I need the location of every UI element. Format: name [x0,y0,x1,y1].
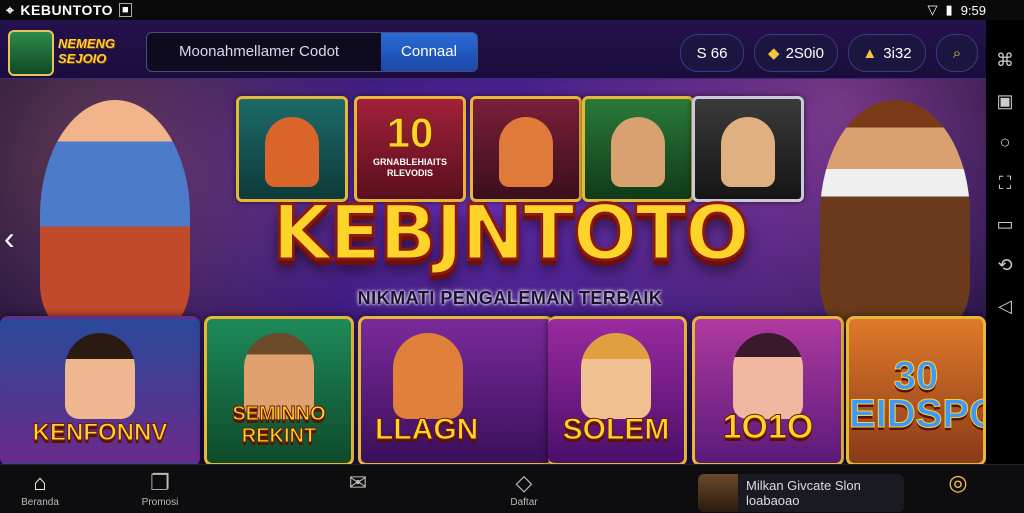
game-card-label: SEMINNO REKINT [232,403,326,448]
gems-pill[interactable]: ▲ 3i32 [848,34,926,72]
game-card-label: LLAGN [375,413,479,447]
promo-line-1: Milkan Givcate Slon [746,478,861,493]
top-bar: NEMENG SEJOIO Moonahmellamer Codot Conna… [0,20,986,79]
game-lobby: NEMENG SEJOIO Moonahmellamer Codot Conna… [0,20,986,464]
game-card-3[interactable]: LLAGN [358,316,554,464]
game-card-4[interactable]: SOLEM [548,316,687,464]
status-right: ▽ ▮ 9:59 [928,2,986,18]
game-thumb-4[interactable] [582,96,694,202]
game-card-art [65,333,135,419]
expand-icon[interactable]: ⛶ [999,173,1012,194]
game-thumb-art [265,117,319,187]
battery-icon: ▮ [945,2,953,17]
hero-right [820,100,970,330]
right-system-bar: ⌘ ▣ ○ ⛶ ▭ ⟲ ◁ [986,20,1024,464]
banner-title: KEBJNTOTO [271,187,752,279]
search-bar[interactable]: Moonahmellamer Codot Connaal [146,32,478,72]
nav-promo-label: Promosi [141,497,179,508]
game-card-art [392,333,463,419]
brand-logo: NEMENG SEJOIO [58,36,115,66]
chat-icon[interactable]: ○ [1000,132,1011,153]
avatar[interactable] [8,30,54,76]
app-title: KEBUNTOTO [20,2,114,18]
game-card-6[interactable]: 30 EIDSPONJ [846,316,986,464]
promo-text: Milkan Givcate Slon loabaoao [746,478,861,508]
cast-icon[interactable]: ⌘ [996,50,1014,71]
brand-line-1: NEMENG [58,36,116,51]
game-card-label: KENFONNV [32,419,168,447]
message-icon[interactable]: ▭ [996,214,1013,235]
game-card-1[interactable]: KENFONNV [0,316,200,464]
game-card-label: 30 EIDSPONJ [849,354,983,436]
nav-home-label: Beranda [21,497,59,508]
app-badge-icon: ■ [119,3,133,17]
balance-value: S 66 [696,44,728,62]
chat-bubble-icon: ✉ [348,470,368,495]
coins-pill[interactable]: ◆ 2S0i0 [754,34,838,72]
gem-icon: ▲ [862,44,878,62]
game-card-art [733,333,803,419]
screenshot-icon[interactable]: ▣ [996,91,1013,112]
game-thumb-art [499,117,553,187]
balance-pill[interactable]: S 66 [680,34,744,72]
game-thumb-art [611,117,665,187]
rotate-icon[interactable]: ⟲ [997,255,1012,276]
promo-line-2: loabaoao [746,493,800,508]
gift-icon: ❐ [150,470,170,495]
game-thumb-art [721,117,775,187]
search-button[interactable]: Connaal [381,33,477,71]
coin-icon: ◆ [768,45,780,62]
nav-register[interactable]: ◇ Daftar [484,469,564,508]
coins-value: 2S0i0 [785,44,824,62]
game-card-art [581,333,651,419]
game-thumb-5[interactable] [692,96,804,202]
thumb-caption: GRNABLEHIAITS RLEVODIS [373,157,447,178]
diamond-icon: ◇ [515,470,533,495]
thumb-number: 10 [386,109,434,157]
nav-home[interactable]: ⌂ Beranda [0,469,80,508]
search-icon-button[interactable]: ⌕ [936,34,978,72]
nav-register-label: Daftar [510,497,538,508]
game-card-5[interactable]: 1O1O [692,316,844,464]
banner-subtitle: NIKMATI PENGALEMAN TERBAIK [357,288,663,308]
nav-promo[interactable]: ❐ Promosi [120,469,200,508]
status-title: ⌖ KEBUNTOTO ■ [6,1,133,19]
profile-icon: ◎ [948,470,968,495]
clock: 9:59 [960,2,986,18]
promo-image [698,474,738,512]
wifi-icon: ▽ [927,2,938,17]
home-icon: ⌂ [33,470,47,495]
game-card-label: 1O1O [722,408,814,447]
status-bar: ⌖ KEBUNTOTO ■ ▽ ▮ 9:59 [0,0,1024,20]
promo-card[interactable]: Milkan Givcate Slon loabaoao [698,474,904,512]
search-input[interactable]: Moonahmellamer Codot [147,33,381,71]
search-icon: ⌕ [952,44,962,62]
brand-line-2: SEJOIO [58,51,107,66]
gems-value: 3i32 [883,44,912,62]
hero-left [40,100,190,330]
game-card-2[interactable]: SEMINNO REKINT [204,316,354,464]
volume-icon[interactable]: ◁ [998,296,1012,317]
game-card-label: SOLEM [562,413,670,447]
chevron-left-icon[interactable]: ‹ [4,220,15,257]
game-thumb-2[interactable]: 10 GRNABLEHIAITS RLEVODIS [354,96,466,202]
game-thumb-1[interactable] [236,96,348,202]
nav-account[interactable]: ◎ [918,469,998,497]
location-icon: ⌖ [6,1,15,18]
game-thumb-3[interactable] [470,96,582,202]
nav-chat[interactable]: ✉ [318,469,398,497]
